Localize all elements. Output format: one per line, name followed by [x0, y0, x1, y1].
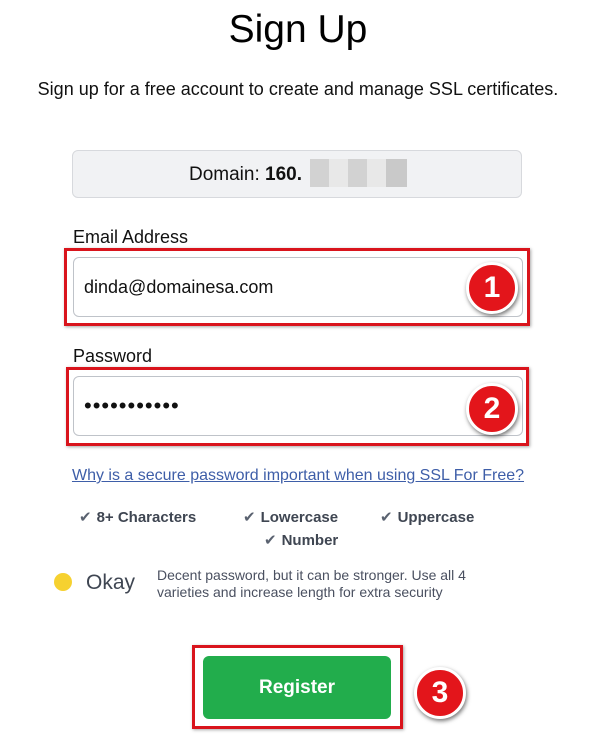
requirement-lowercase: ✔ Lowercase: [243, 509, 338, 527]
email-field[interactable]: [73, 257, 523, 317]
annotation-badge-1: 1: [466, 262, 518, 314]
check-icon: ✔: [79, 509, 92, 526]
requirement-label: Number: [281, 532, 339, 549]
requirement-label: Lowercase: [260, 509, 339, 526]
domain-text: Domain: 160.: [189, 164, 302, 186]
requirement-number: ✔ Number: [264, 532, 338, 550]
domain-value: 160.: [265, 164, 303, 185]
annotation-badge-3: 3: [414, 667, 466, 719]
redaction-block: [348, 159, 367, 187]
strength-message: Decent password, but it can be stronger.…: [157, 567, 466, 600]
requirement-8-characters: ✔ 8+ Characters: [79, 509, 196, 527]
check-icon: ✔: [264, 532, 277, 549]
register-button[interactable]: Register: [203, 656, 391, 719]
password-field[interactable]: [73, 376, 523, 436]
requirement-label: Uppercase: [397, 509, 475, 526]
password-label: Password: [73, 346, 153, 366]
requirement-label: 8+ Characters: [96, 509, 197, 526]
check-icon: ✔: [380, 509, 393, 526]
strength-label: Okay: [86, 571, 136, 594]
redaction-block: [329, 159, 348, 187]
domain-label: Domain:: [189, 164, 260, 185]
check-icon: ✔: [243, 509, 256, 526]
redaction-block: [367, 159, 386, 187]
page-subtitle: Sign up for a free account to create and…: [37, 79, 559, 99]
strength-indicator-dot: [54, 573, 72, 591]
redaction-block: [386, 159, 407, 187]
redaction-block: [310, 159, 329, 187]
secure-password-help-link[interactable]: Why is a secure password important when …: [0, 466, 596, 486]
email-label: Email Address: [73, 227, 189, 247]
page-title: Sign Up: [228, 8, 368, 51]
domain-display: Domain: 160.: [72, 150, 522, 198]
annotation-badge-2: 2: [466, 383, 518, 435]
requirement-uppercase: ✔ Uppercase: [380, 509, 474, 527]
